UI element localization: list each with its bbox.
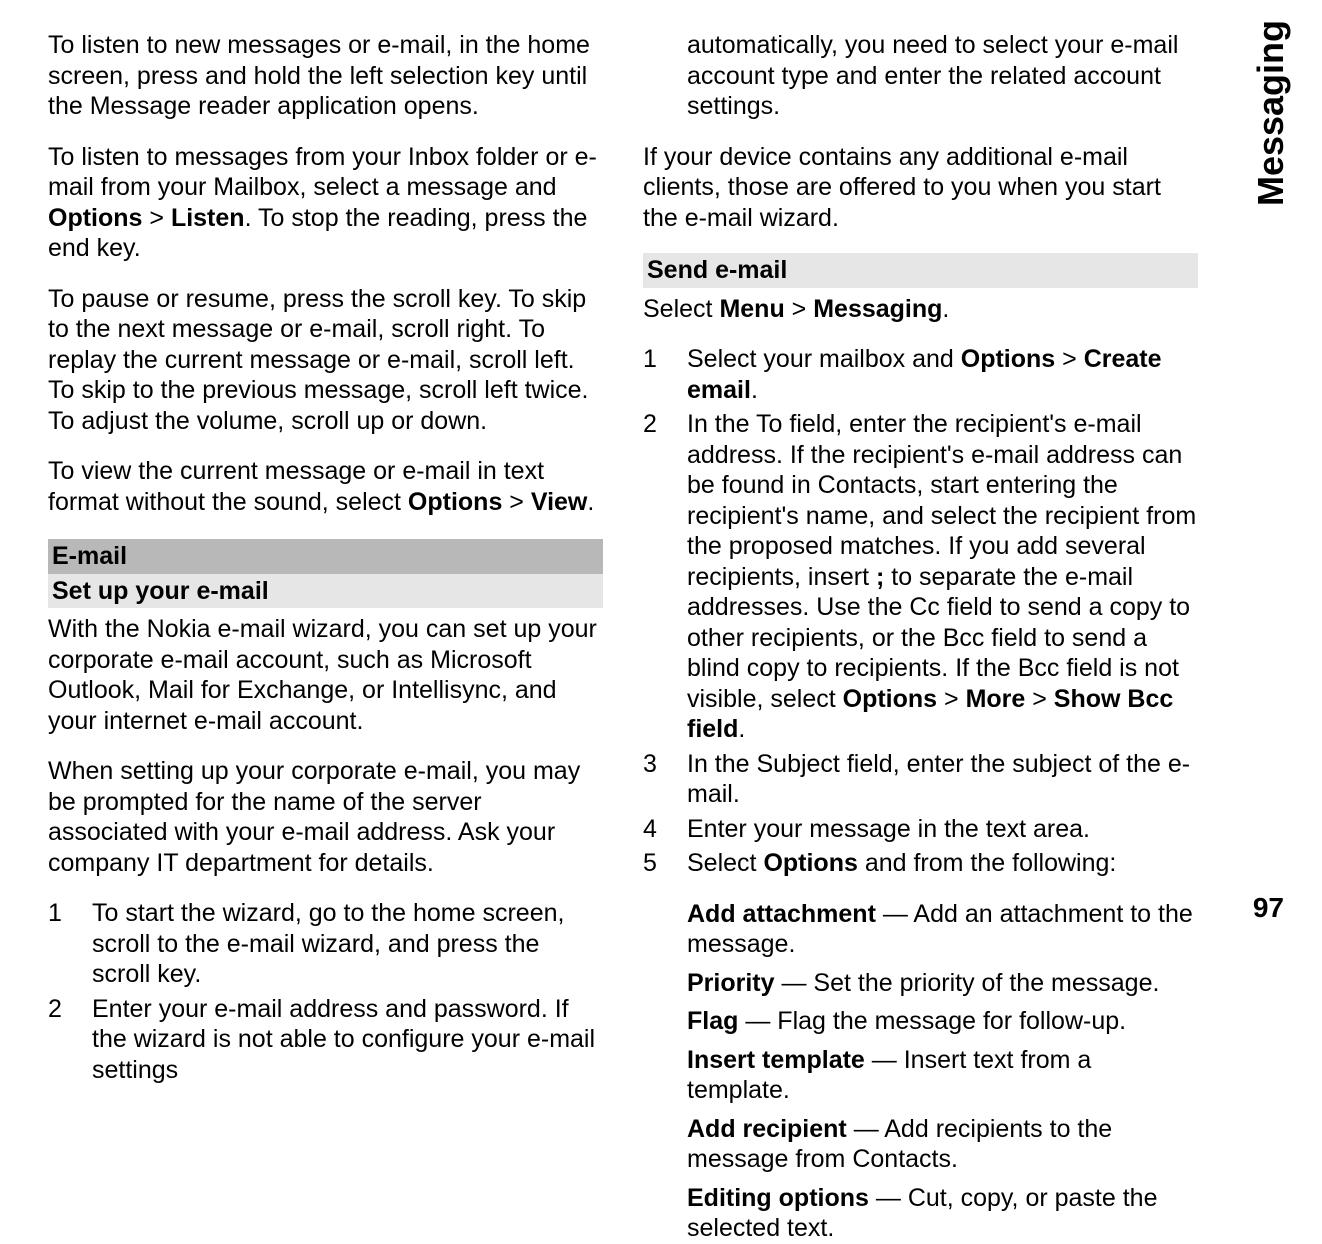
ui-label-options: Options [48,204,142,232]
body-text: and from the following: [858,849,1116,877]
definition-text: — Set the priority of the message. [775,969,1160,997]
ui-label-view: View [531,488,588,516]
ui-label-menu: Menu [719,295,784,323]
list-item: Enter your e-mail address and password. … [48,994,603,1086]
list-item: To start the wizard, go to the home scre… [48,898,603,990]
definition-item: Editing options — Cut, copy, or paste th… [687,1183,1198,1244]
body-text: To listen to messages from your Inbox fo… [48,143,597,202]
send-steps: Select your mailbox and Options > Create… [643,344,1198,879]
list-item: In the Subject field, enter the subject … [643,749,1198,810]
definition-item: Priority — Set the priority of the messa… [687,968,1198,999]
definition-text: — Flag the message for follow-up. [738,1007,1126,1035]
term-priority: Priority [687,969,775,997]
body-text: Select [687,849,763,877]
sub-header-setup: Set up your e-mail [48,574,603,609]
page: To listen to new messages or e-mail, in … [0,0,1322,954]
term-flag: Flag [687,1007,738,1035]
ui-label-options: Options [843,685,937,713]
ui-label-options: Options [961,345,1055,373]
body-text: Select your mailbox and [687,345,961,373]
ui-label-options: Options [763,849,857,877]
body-text: To listen to new messages or e-mail, in … [48,30,603,122]
term-insert-template: Insert template [687,1046,865,1074]
body-text: With the Nokia e-mail wizard, you can se… [48,614,603,736]
body-text: . [738,715,745,743]
side-tab: Messaging [1250,20,1292,206]
ui-label-messaging: Messaging [813,295,942,323]
list-item: Select your mailbox and Options > Create… [643,344,1198,405]
body-text: . [751,376,758,404]
body-text: . [587,488,594,516]
body-text: Select Menu > Messaging. [643,294,1198,325]
separator: > [142,204,171,232]
body-text: Select [643,295,719,323]
term-add-recipient: Add recipient [687,1115,847,1143]
right-column: automatically, you need to select your e… [643,30,1286,934]
list-item: Select Options and from the following: [643,848,1198,879]
definition-item: Flag — Flag the message for follow-up. [687,1006,1198,1037]
term-add-attachment: Add attachment [687,900,876,928]
ui-label-listen: Listen [171,204,245,232]
continuation-text: automatically, you need to select your e… [643,30,1198,122]
ui-label-options: Options [408,488,502,516]
page-number: 97 [1253,892,1284,924]
ui-label-more: More [966,685,1026,713]
separator: > [937,685,966,713]
body-text: To view the current message or e-mail in… [48,456,603,517]
separator: > [502,488,531,516]
body-text: When setting up your corporate e-mail, y… [48,756,603,878]
definition-item: Insert template — Insert text from a tem… [687,1045,1198,1106]
separator: > [785,295,814,323]
left-column: To listen to new messages or e-mail, in … [48,30,603,934]
list-item: In the To field, enter the recipient's e… [643,409,1198,745]
definition-item: Add attachment — Add an attachment to th… [687,899,1198,960]
columns: To listen to new messages or e-mail, in … [48,30,1286,934]
body-text: To listen to messages from your Inbox fo… [48,142,603,264]
definitions: Add attachment — Add an attachment to th… [643,899,1198,1244]
body-text: . [942,295,949,323]
body-text: If your device contains any additional e… [643,142,1198,234]
separator: > [1055,345,1084,373]
section-header-email: E-mail [48,539,603,574]
term-editing-options: Editing options [687,1184,869,1212]
sub-header-send: Send e-mail [643,253,1198,288]
list-item: Enter your message in the text area. [643,814,1198,845]
body-text: To pause or resume, press the scroll key… [48,284,603,437]
separator: > [1025,685,1054,713]
setup-steps: To start the wizard, go to the home scre… [48,898,603,1085]
definition-item: Add recipient — Add recipients to the me… [687,1114,1198,1175]
